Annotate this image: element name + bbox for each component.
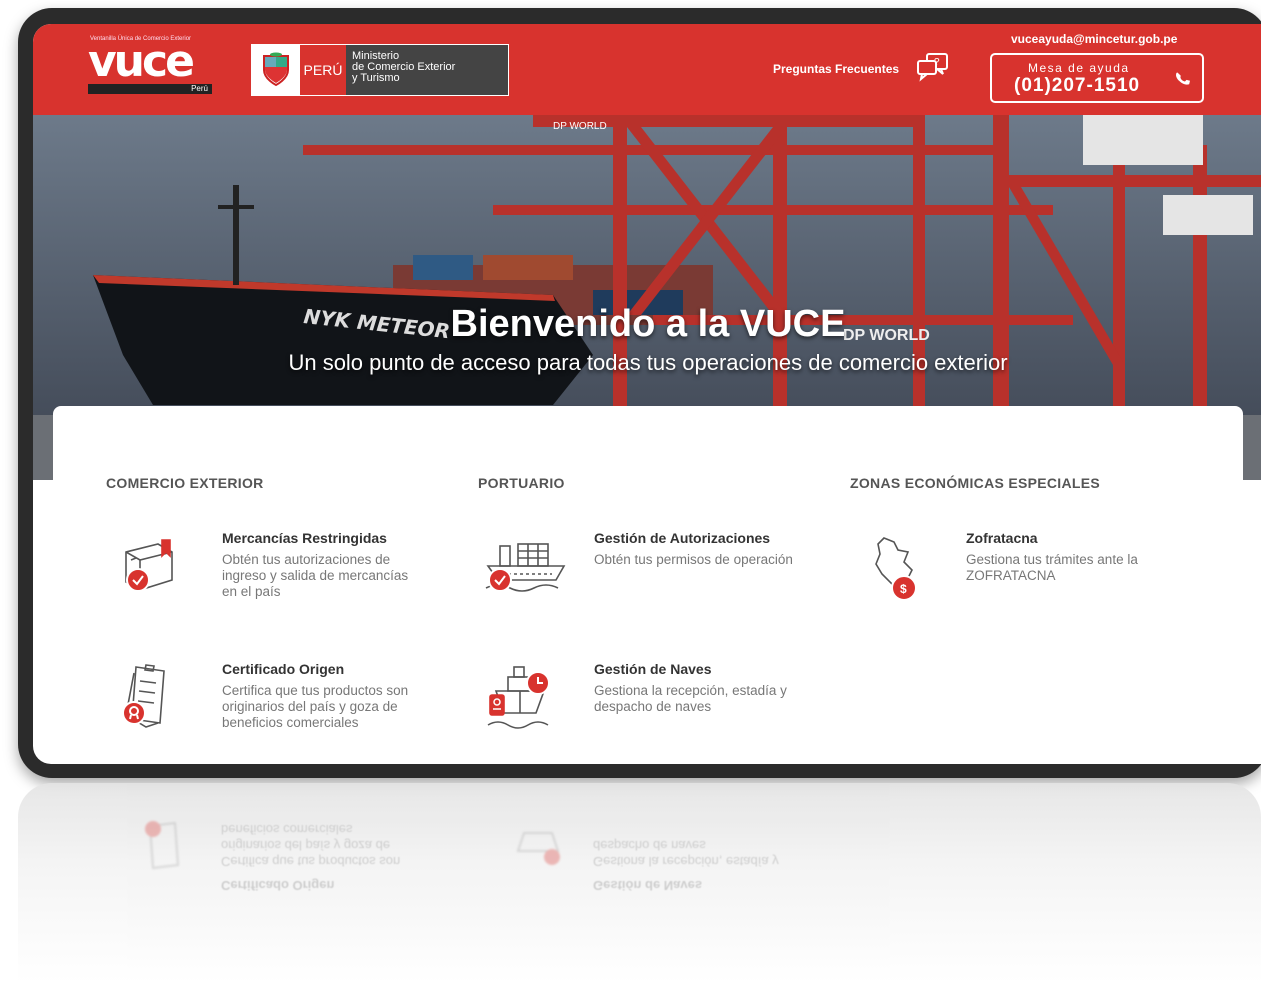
- mincetur-logo[interactable]: PERÚ Ministerio de Comercio Exterior y T…: [251, 44, 509, 96]
- box-check-icon: [106, 530, 186, 610]
- help-desk-button[interactable]: Mesa de ayuda (01)207-1510: [990, 53, 1204, 103]
- service-gestion-autorizaciones[interactable]: Gestión de Autorizaciones Obtén tus perm…: [478, 530, 808, 620]
- reflected-certificado-title: Certificado Origen: [221, 878, 335, 893]
- help-email[interactable]: vuceayuda@mincetur.gob.pe: [1011, 32, 1177, 46]
- faq-chat-icon[interactable]: ?: [915, 52, 951, 82]
- vuce-logo[interactable]: Ventanilla Única de Comercio Exterior vu…: [88, 36, 218, 96]
- reflected-certificate-icon: [133, 813, 193, 873]
- browser-screen: Ventanilla Única de Comercio Exterior vu…: [33, 24, 1261, 764]
- service-zofratacna[interactable]: $ Zofratacna Gestiona tus trámites ante …: [850, 530, 1180, 620]
- services-card: COMERCIO EXTERIOR PORTUARIO ZONAS ECONÓM…: [53, 406, 1243, 764]
- peru-shield-icon: [252, 45, 300, 95]
- column-heading-comercio-exterior: COMERCIO EXTERIOR: [106, 475, 264, 491]
- peru-label: PERÚ: [300, 45, 346, 95]
- service-mercancias-restringidas[interactable]: Mercancías Restringidas Obtén tus autori…: [106, 530, 436, 620]
- reflected-certificado-desc: Certifica que tus productos son originar…: [221, 822, 401, 869]
- vuce-logo-country: Perú: [88, 84, 212, 94]
- cargo-ship-check-icon: [478, 530, 566, 610]
- ministry-line-3: y Turismo: [352, 72, 400, 84]
- service-gestion-naves[interactable]: Gestión de Naves Gestiona la recepción, …: [478, 661, 808, 751]
- ministry-name: Ministerio de Comercio Exterior y Turism…: [346, 45, 508, 95]
- device-frame: Ventanilla Única de Comercio Exterior vu…: [18, 8, 1261, 778]
- ship-clock-icon: [478, 661, 558, 741]
- phone-icon: [1174, 69, 1192, 89]
- faq-link[interactable]: Preguntas Frecuentes: [773, 62, 899, 76]
- service-description: Obtén tus autorizaciones de ingreso y sa…: [222, 552, 409, 599]
- help-desk-label: Mesa de ayuda: [1028, 61, 1130, 75]
- reflected-ship-clock-icon: [508, 813, 568, 873]
- top-header: Ventanilla Única de Comercio Exterior vu…: [33, 24, 1261, 115]
- service-title: Gestión de Naves: [594, 661, 712, 677]
- certificate-icon: [106, 661, 186, 741]
- service-title: Mercancías Restringidas: [222, 530, 387, 546]
- reflected-naves-desc: Gestiona la recepción, estadía y despach…: [593, 838, 779, 869]
- service-title: Zofratacna: [966, 530, 1038, 546]
- svg-text:?: ?: [934, 57, 940, 68]
- service-description: Gestiona tus trámites ante la ZOFRATACNA: [966, 552, 1138, 583]
- service-description: Gestiona la recepción, estadía y despach…: [594, 683, 787, 714]
- help-desk-phone: (01)207-1510: [1014, 75, 1141, 96]
- service-certificado-origen[interactable]: Certificado Origen Certifica que tus pro…: [106, 661, 436, 751]
- service-description: Obtén tus permisos de operación: [594, 552, 793, 567]
- column-heading-portuario: PORTUARIO: [478, 475, 565, 491]
- reflected-naves-title: Gestión de Naves: [593, 878, 703, 893]
- hero-title: Bienvenido a la VUCE: [450, 303, 846, 345]
- vuce-logo-word: vuce: [88, 36, 195, 87]
- column-heading-zonas-economicas: ZONAS ECONÓMICAS ESPECIALES: [850, 475, 1101, 491]
- hero-subtitle: Un solo punto de acceso para todas tus o…: [288, 350, 1008, 375]
- service-title: Gestión de Autorizaciones: [594, 530, 771, 546]
- service-description: Certifica que tus productos son originar…: [222, 683, 409, 730]
- device-reflection: Certifica que tus productos son originar…: [18, 783, 1261, 983]
- peru-map-dollar-icon: $: [850, 530, 930, 610]
- service-title: Certificado Origen: [222, 661, 345, 677]
- crane-label-text: DP WORLD: [553, 121, 607, 132]
- svg-text:$: $: [900, 582, 907, 596]
